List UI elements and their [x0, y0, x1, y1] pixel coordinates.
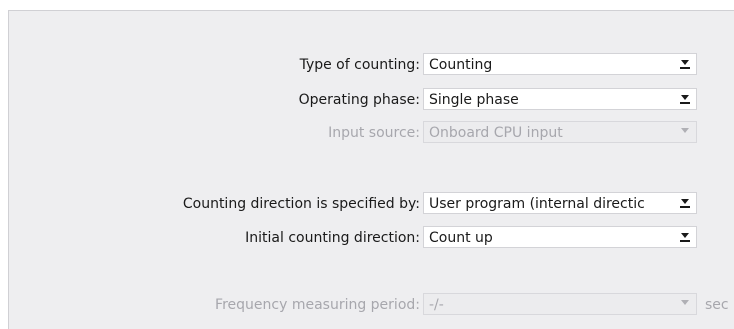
- row-input-source: Input source: Onboard CPU input: [9, 121, 734, 145]
- type-of-counting-dropdown[interactable]: Counting: [423, 53, 697, 75]
- counter-settings-panel: Type of counting: Counting Operating pha…: [8, 10, 734, 329]
- row-counting-direction-source: Counting direction is specified by: User…: [9, 192, 734, 216]
- row-operating-phase: Operating phase: Single phase: [9, 88, 734, 112]
- frequency-measuring-period-value: -/-: [429, 297, 444, 313]
- dropdown-arrow-icon[interactable]: [676, 91, 694, 107]
- row-frequency-measuring-period: Frequency measuring period: -/- sec: [9, 293, 734, 317]
- dropdown-arrow-icon[interactable]: [676, 56, 694, 72]
- dropdown-arrow-icon[interactable]: [676, 195, 694, 211]
- input-source-value: Onboard CPU input: [429, 125, 563, 141]
- initial-counting-direction-label: Initial counting direction:: [245, 230, 420, 246]
- counting-direction-source-value: User program (internal directic: [429, 196, 645, 212]
- dropdown-arrow-icon: [676, 296, 694, 312]
- initial-counting-direction-value: Count up: [429, 230, 493, 246]
- operating-phase-value: Single phase: [429, 92, 519, 108]
- counting-direction-source-label: Counting direction is specified by:: [182, 196, 420, 212]
- input-source-dropdown: Onboard CPU input: [423, 121, 697, 143]
- counting-direction-source-dropdown[interactable]: User program (internal directic: [423, 192, 697, 214]
- frequency-unit-label: sec: [705, 297, 729, 313]
- initial-counting-direction-dropdown[interactable]: Count up: [423, 226, 697, 248]
- row-initial-counting-direction: Initial counting direction: Count up: [9, 226, 734, 250]
- type-of-counting-value: Counting: [429, 57, 493, 73]
- row-type-of-counting: Type of counting: Counting: [9, 53, 734, 77]
- dropdown-arrow-icon[interactable]: [676, 229, 694, 245]
- frequency-measuring-period-dropdown: -/-: [423, 293, 697, 315]
- operating-phase-label: Operating phase:: [298, 92, 420, 108]
- operating-phase-dropdown[interactable]: Single phase: [423, 88, 697, 110]
- input-source-label: Input source:: [328, 125, 420, 141]
- dropdown-arrow-icon: [676, 124, 694, 140]
- type-of-counting-label: Type of counting:: [299, 57, 420, 73]
- frequency-measuring-period-label: Frequency measuring period:: [215, 297, 420, 313]
